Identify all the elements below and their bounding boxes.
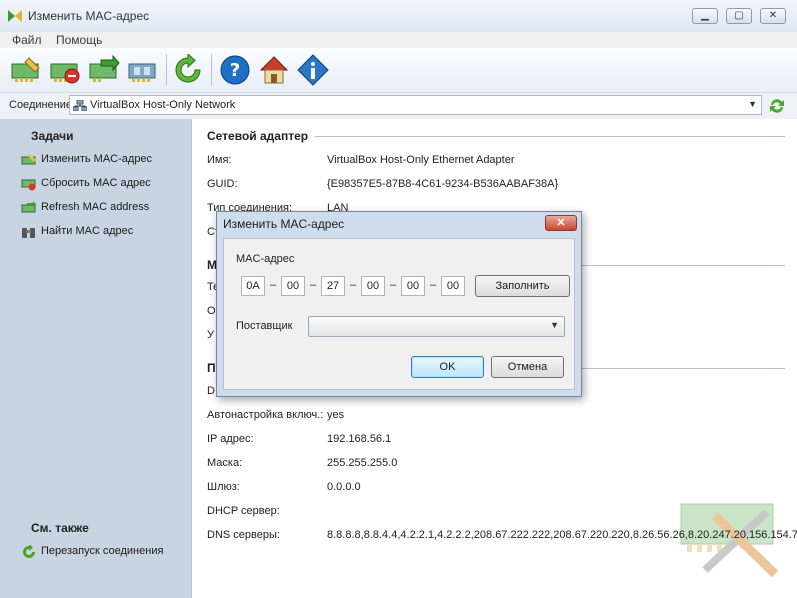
task-label: Refresh MAC address (41, 201, 150, 213)
change-mac-icon[interactable] (9, 54, 43, 86)
minimize-button[interactable]: ▁ (692, 8, 718, 24)
autoconfig-value: yes (327, 409, 345, 421)
app-icon (8, 10, 22, 22)
mask-label: Маска: (207, 457, 243, 469)
dialog-close-button[interactable]: ✕ (545, 215, 577, 231)
task-label: Сбросить MAC адрес (41, 177, 151, 189)
change-mac-icon (21, 154, 36, 165)
vendor-label: Поставщик (236, 320, 293, 332)
row-label-partial: D (207, 385, 215, 397)
row-label-partial: О (207, 305, 216, 317)
close-icon: ✕ (556, 217, 566, 229)
connection-value: VirtualBox Host-Only Network (90, 99, 236, 111)
window-title: Изменить MAC-адрес (28, 9, 150, 23)
gateway-value: 0.0.0.0 (327, 481, 361, 493)
octet-separator: – (310, 279, 317, 291)
menu-help[interactable]: Помощь (56, 33, 102, 47)
name-value: VirtualBox Host-Only Ethernet Adapter (327, 154, 515, 166)
title-bar: Изменить MAC-адрес ▁ ▢ ✕ (0, 0, 797, 33)
mac-octet-6[interactable]: 00 (441, 276, 465, 296)
info-icon[interactable] (296, 54, 330, 86)
close-button[interactable]: ✕ (760, 8, 786, 24)
fill-button[interactable]: Заполнить (475, 275, 570, 297)
ok-button[interactable]: OK (411, 356, 484, 378)
maximize-button[interactable]: ▢ (726, 8, 752, 24)
task-label: Найти MAC адрес (41, 225, 134, 237)
connection-select[interactable]: VirtualBox Host-Only Network ▼ (69, 95, 762, 115)
restart-icon (23, 545, 35, 558)
maximize-icon: ▢ (734, 10, 744, 21)
see-also-heading: См. также (31, 521, 89, 535)
minimize-icon: ▁ (701, 10, 709, 21)
connection-label: Соединение: (9, 99, 76, 111)
octet-separator: – (270, 279, 277, 291)
home-icon[interactable] (257, 54, 291, 86)
ip-value: 192.168.56.1 (327, 433, 392, 445)
refresh-mac-icon[interactable] (87, 54, 121, 86)
ip-label: IP адрес: (207, 433, 254, 445)
adapter-section-title: Сетевой адаптер (207, 129, 309, 143)
dhcp-label: DHCP сервер: (207, 505, 280, 517)
autoconfig-label: Автонастройка включ.: (207, 409, 324, 421)
mac-octet-1[interactable]: 0A (241, 276, 265, 296)
close-icon: ✕ (768, 10, 778, 21)
task-sidebar: Задачи Изменить MAC-адрес Сбросить MAC а… (0, 119, 192, 598)
gateway-label: Шлюз: (207, 481, 240, 493)
section-divider (582, 265, 785, 266)
find-mac-icon[interactable] (126, 54, 160, 86)
section-divider (315, 136, 785, 137)
guid-value: {E98357E5-87B8-4C61-9234-B536AABAF38A} (327, 178, 559, 190)
section-divider (582, 368, 785, 369)
dialog-body: MAC-адрес 0A – 00 – 27 – 00 – 00 – 00 За… (223, 238, 575, 390)
see-also-label: Перезапуск соединения (41, 545, 164, 557)
params-section-title-partial: П (207, 361, 216, 375)
toolbar-separator (211, 54, 212, 86)
mask-value: 255.255.255.0 (327, 457, 398, 469)
menu-file[interactable]: Файл (12, 33, 42, 47)
tasks-heading: Задачи (31, 129, 74, 143)
toolbar-separator (166, 54, 167, 86)
row-label-partial: У (207, 329, 214, 341)
dialog-title: Изменить MAC-адрес (223, 217, 345, 231)
app-window: Изменить MAC-адрес ▁ ▢ ✕ Файл Помощь ? С… (0, 0, 797, 598)
toolbar: ? (0, 48, 797, 93)
dropdown-arrow-icon: ▼ (550, 320, 559, 330)
mac-octet-5[interactable]: 00 (401, 276, 425, 296)
reset-mac-icon (21, 179, 36, 191)
mac-octet-4[interactable]: 00 (361, 276, 385, 296)
mac-address-label: MAC-адрес (236, 253, 295, 265)
guid-label: GUID: (207, 178, 238, 190)
binoculars-icon (22, 228, 35, 238)
network-icon (73, 100, 87, 111)
task-label: Изменить MAC-адрес (41, 153, 153, 165)
menu-bar: Файл Помощь (0, 32, 797, 48)
cancel-button[interactable]: Отмена (491, 356, 564, 378)
dns-label: DNS серверы: (207, 529, 280, 541)
refresh-icon[interactable] (171, 54, 205, 86)
mac-octet-3[interactable]: 27 (321, 276, 345, 296)
octet-separator: – (390, 279, 397, 291)
refresh-mac-icon (21, 201, 36, 213)
change-mac-dialog: Изменить MAC-адрес ✕ MAC-адрес 0A – 00 –… (216, 211, 582, 397)
dropdown-arrow-icon[interactable]: ▼ (748, 99, 757, 109)
mac-octet-2[interactable]: 00 (281, 276, 305, 296)
refresh-connections-icon[interactable] (768, 97, 786, 115)
svg-text:?: ? (230, 60, 240, 81)
vendor-select[interactable]: ▼ (308, 316, 565, 337)
octet-separator: – (430, 279, 437, 291)
reset-mac-icon[interactable] (48, 54, 82, 86)
help-icon[interactable]: ? (218, 54, 252, 86)
name-label: Имя: (207, 154, 232, 166)
dns-value: 8.8.8.8,8.8.4.4,4.2.2.1,4.2.2.2,208.67.2… (327, 529, 797, 541)
octet-separator: – (350, 279, 357, 291)
connection-bar: Соединение: VirtualBox Host-Only Network… (0, 93, 797, 119)
